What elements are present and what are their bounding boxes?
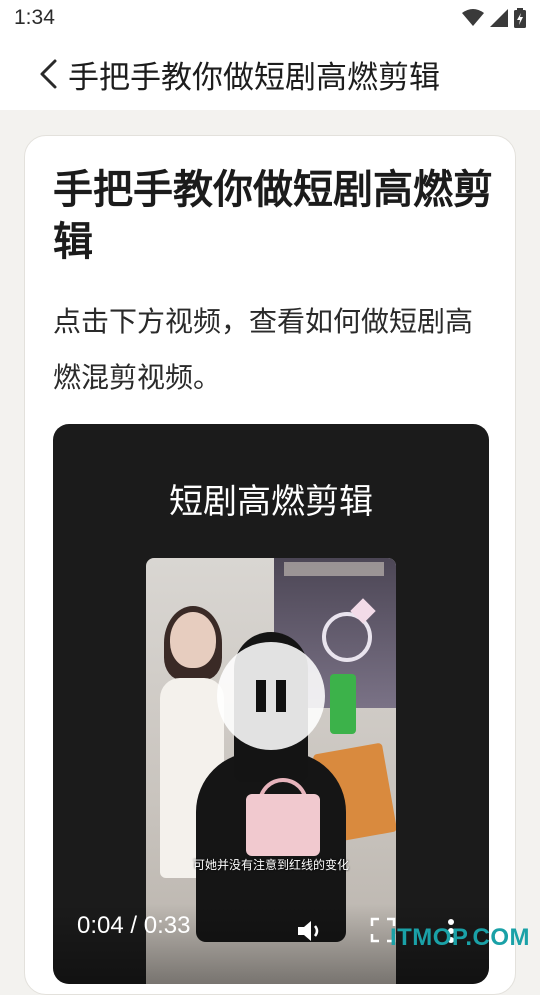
- pink-bag-image: [246, 794, 320, 856]
- video-subtitle: 可她并没有注意到红线的变化: [146, 856, 396, 873]
- status-bar: 1:34: [0, 0, 540, 36]
- card-title: 手把手教你做短剧高燃剪辑: [53, 164, 493, 268]
- tutorial-card: 手把手教你做短剧高燃剪辑 点击下方视频，查看如何做短剧高燃混剪视频。 短剧高燃剪…: [24, 135, 516, 995]
- card-description: 点击下方视频，查看如何做短剧高燃混剪视频。: [53, 294, 483, 406]
- wifi-icon: [462, 9, 484, 31]
- pause-button[interactable]: [217, 642, 325, 750]
- battery-icon: [514, 8, 526, 32]
- status-icons: [462, 8, 526, 32]
- pause-icon: [254, 678, 288, 714]
- app-bar-title: 手把手教你做短剧高燃剪辑: [68, 52, 440, 97]
- back-button[interactable]: [30, 54, 66, 94]
- time-readout: 0:04 / 0:33: [77, 912, 190, 940]
- watermark-logo: ITMOP.COM: [390, 924, 530, 952]
- app-bar: 手把手教你做短剧高燃剪辑: [0, 36, 540, 110]
- status-time: 1:34: [14, 6, 55, 30]
- volume-button[interactable]: [293, 914, 327, 948]
- volume-icon: [296, 918, 324, 944]
- video-heading: 短剧高燃剪辑: [53, 474, 489, 523]
- signal-icon: [490, 9, 508, 31]
- chevron-left-icon: [37, 58, 59, 90]
- video-player[interactable]: 短剧高燃剪辑 可她并没有注意到红线的变化: [53, 424, 489, 984]
